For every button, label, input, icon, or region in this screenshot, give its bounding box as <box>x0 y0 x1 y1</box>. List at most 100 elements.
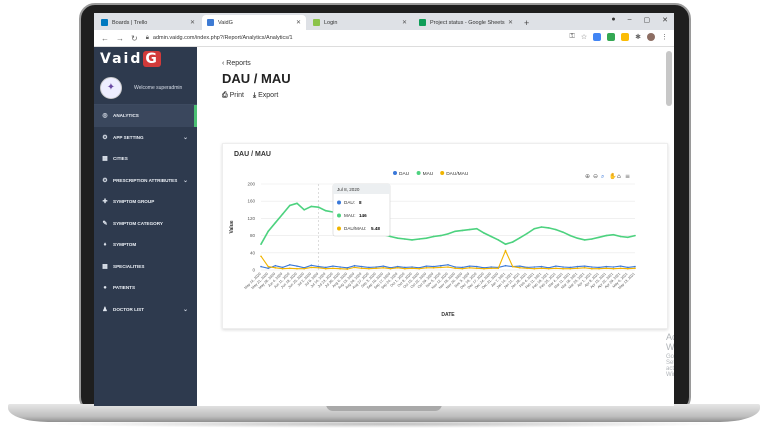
export-button[interactable]: ⤓ Export <box>253 92 278 100</box>
brand-logo[interactable]: Vaid G <box>94 47 197 71</box>
new-tab-button[interactable]: + <box>524 18 529 28</box>
data-point[interactable] <box>310 205 313 208</box>
data-point[interactable] <box>418 267 421 270</box>
data-point[interactable] <box>598 236 600 239</box>
data-point[interactable] <box>339 267 341 270</box>
data-point[interactable] <box>468 267 471 269</box>
browser-tab[interactable]: Boards | Trello ✕ <box>96 15 200 30</box>
data-point[interactable] <box>432 235 435 238</box>
sidebar-item-specialities[interactable]: ▦ SPECIALITIES <box>94 256 197 278</box>
line-chart[interactable]: 04080120160200May 14, 2020May 21, 2020Ma… <box>223 144 669 330</box>
data-point[interactable] <box>324 209 327 212</box>
data-point[interactable] <box>461 267 464 270</box>
data-point[interactable] <box>519 267 521 269</box>
close-tab-icon[interactable]: ✕ <box>296 19 301 26</box>
data-point[interactable] <box>475 227 478 230</box>
legend-marker[interactable] <box>416 171 421 175</box>
menu-dots-icon[interactable]: ⋮ <box>661 33 668 41</box>
data-point[interactable] <box>533 227 536 230</box>
data-point[interactable] <box>360 265 363 268</box>
data-point[interactable] <box>504 243 507 245</box>
data-point[interactable] <box>497 239 500 241</box>
data-point[interactable] <box>368 267 370 270</box>
data-point[interactable] <box>382 265 385 267</box>
data-point[interactable] <box>634 267 636 270</box>
data-point[interactable] <box>519 236 521 239</box>
extension-icon[interactable] <box>607 33 616 41</box>
close-tab-icon[interactable]: ✕ <box>508 19 513 26</box>
data-point[interactable] <box>569 267 572 270</box>
key-icon[interactable]: ⚿ <box>570 33 575 41</box>
maximize-button[interactable]: ▢ <box>644 16 651 24</box>
data-point[interactable] <box>540 226 543 228</box>
data-point[interactable] <box>634 234 636 237</box>
data-point[interactable] <box>576 265 579 268</box>
breadcrumb[interactable]: ‹ Reports <box>222 60 251 67</box>
data-point[interactable] <box>260 243 262 245</box>
data-point[interactable] <box>404 238 406 240</box>
data-point[interactable] <box>396 267 399 269</box>
data-point[interactable] <box>475 265 478 268</box>
sidebar-item-doctor-list[interactable]: ♟ DOCTOR LIST ⌄ <box>94 299 197 321</box>
data-point[interactable] <box>267 267 269 270</box>
data-point[interactable] <box>310 264 313 267</box>
data-point[interactable] <box>591 238 593 240</box>
sidebar-item-patients[interactable]: ● PATIENTS <box>94 277 197 299</box>
data-point[interactable] <box>288 204 291 207</box>
sidebar-item-prescription-attributes[interactable]: ⚙ PRESCRIPTION ATTRIBUTES ⌄ <box>94 170 197 192</box>
zoom-in-icon[interactable]: ⊕ <box>585 173 590 180</box>
data-point[interactable] <box>404 267 406 270</box>
browser-tab[interactable]: Project status - Google Sheets ✕ <box>414 15 518 30</box>
data-point[interactable] <box>627 267 629 270</box>
data-point[interactable] <box>324 267 327 270</box>
sidebar-item-symptom-group[interactable]: ✚ SYMPTOM GROUP <box>94 191 197 213</box>
data-point[interactable] <box>454 230 456 233</box>
extension-icon[interactable] <box>621 33 630 41</box>
data-point[interactable] <box>619 235 622 238</box>
sidebar-item-analytics[interactable]: ◎ ANALYTICS <box>94 105 197 127</box>
sidebar-item-symptom[interactable]: ♦ SYMPTOM <box>94 234 197 256</box>
data-point[interactable] <box>260 265 262 268</box>
data-point[interactable] <box>540 265 543 268</box>
url-field[interactable]: 🔒︎ admin.vaidg.com/index.php?/Report/Ana… <box>146 35 293 42</box>
data-point[interactable] <box>317 206 320 209</box>
data-point[interactable] <box>511 265 514 268</box>
data-point[interactable] <box>569 234 572 237</box>
profile-avatar[interactable] <box>647 33 655 41</box>
data-point[interactable] <box>583 267 586 269</box>
puzzle-icon[interactable]: ✱ <box>635 33 641 41</box>
data-point[interactable] <box>627 236 629 239</box>
data-point[interactable] <box>332 265 334 267</box>
data-point[interactable] <box>555 267 557 270</box>
pan-hand-icon[interactable]: ✋ <box>609 172 616 180</box>
browser-tab[interactable]: Login ✕ <box>308 15 412 30</box>
data-point[interactable] <box>468 265 471 267</box>
data-point[interactable] <box>310 266 313 269</box>
data-point[interactable] <box>533 266 536 268</box>
data-point[interactable] <box>447 264 449 266</box>
data-point[interactable] <box>540 267 543 270</box>
data-point[interactable] <box>576 267 579 270</box>
data-point[interactable] <box>483 232 485 234</box>
data-point[interactable] <box>274 264 277 267</box>
data-point[interactable] <box>274 221 277 224</box>
data-point[interactable] <box>389 235 392 238</box>
data-point[interactable] <box>612 266 615 268</box>
avatar[interactable]: ✦ <box>100 76 122 99</box>
close-tab-icon[interactable]: ✕ <box>190 19 195 26</box>
data-point[interactable] <box>475 267 478 270</box>
data-point[interactable] <box>418 238 421 240</box>
data-point[interactable] <box>605 234 608 237</box>
data-point[interactable] <box>519 265 521 267</box>
close-window-button[interactable]: ✕ <box>662 16 668 24</box>
data-point[interactable] <box>526 267 528 270</box>
data-point[interactable] <box>332 267 334 270</box>
data-point[interactable] <box>497 267 500 270</box>
data-point[interactable] <box>375 267 377 270</box>
extension-icon[interactable] <box>593 33 602 41</box>
data-point[interactable] <box>447 266 449 268</box>
forward-icon[interactable]: → <box>116 34 124 43</box>
close-tab-icon[interactable]: ✕ <box>402 19 407 26</box>
data-point[interactable] <box>396 237 399 239</box>
menu-icon[interactable]: ≡ <box>625 173 630 180</box>
